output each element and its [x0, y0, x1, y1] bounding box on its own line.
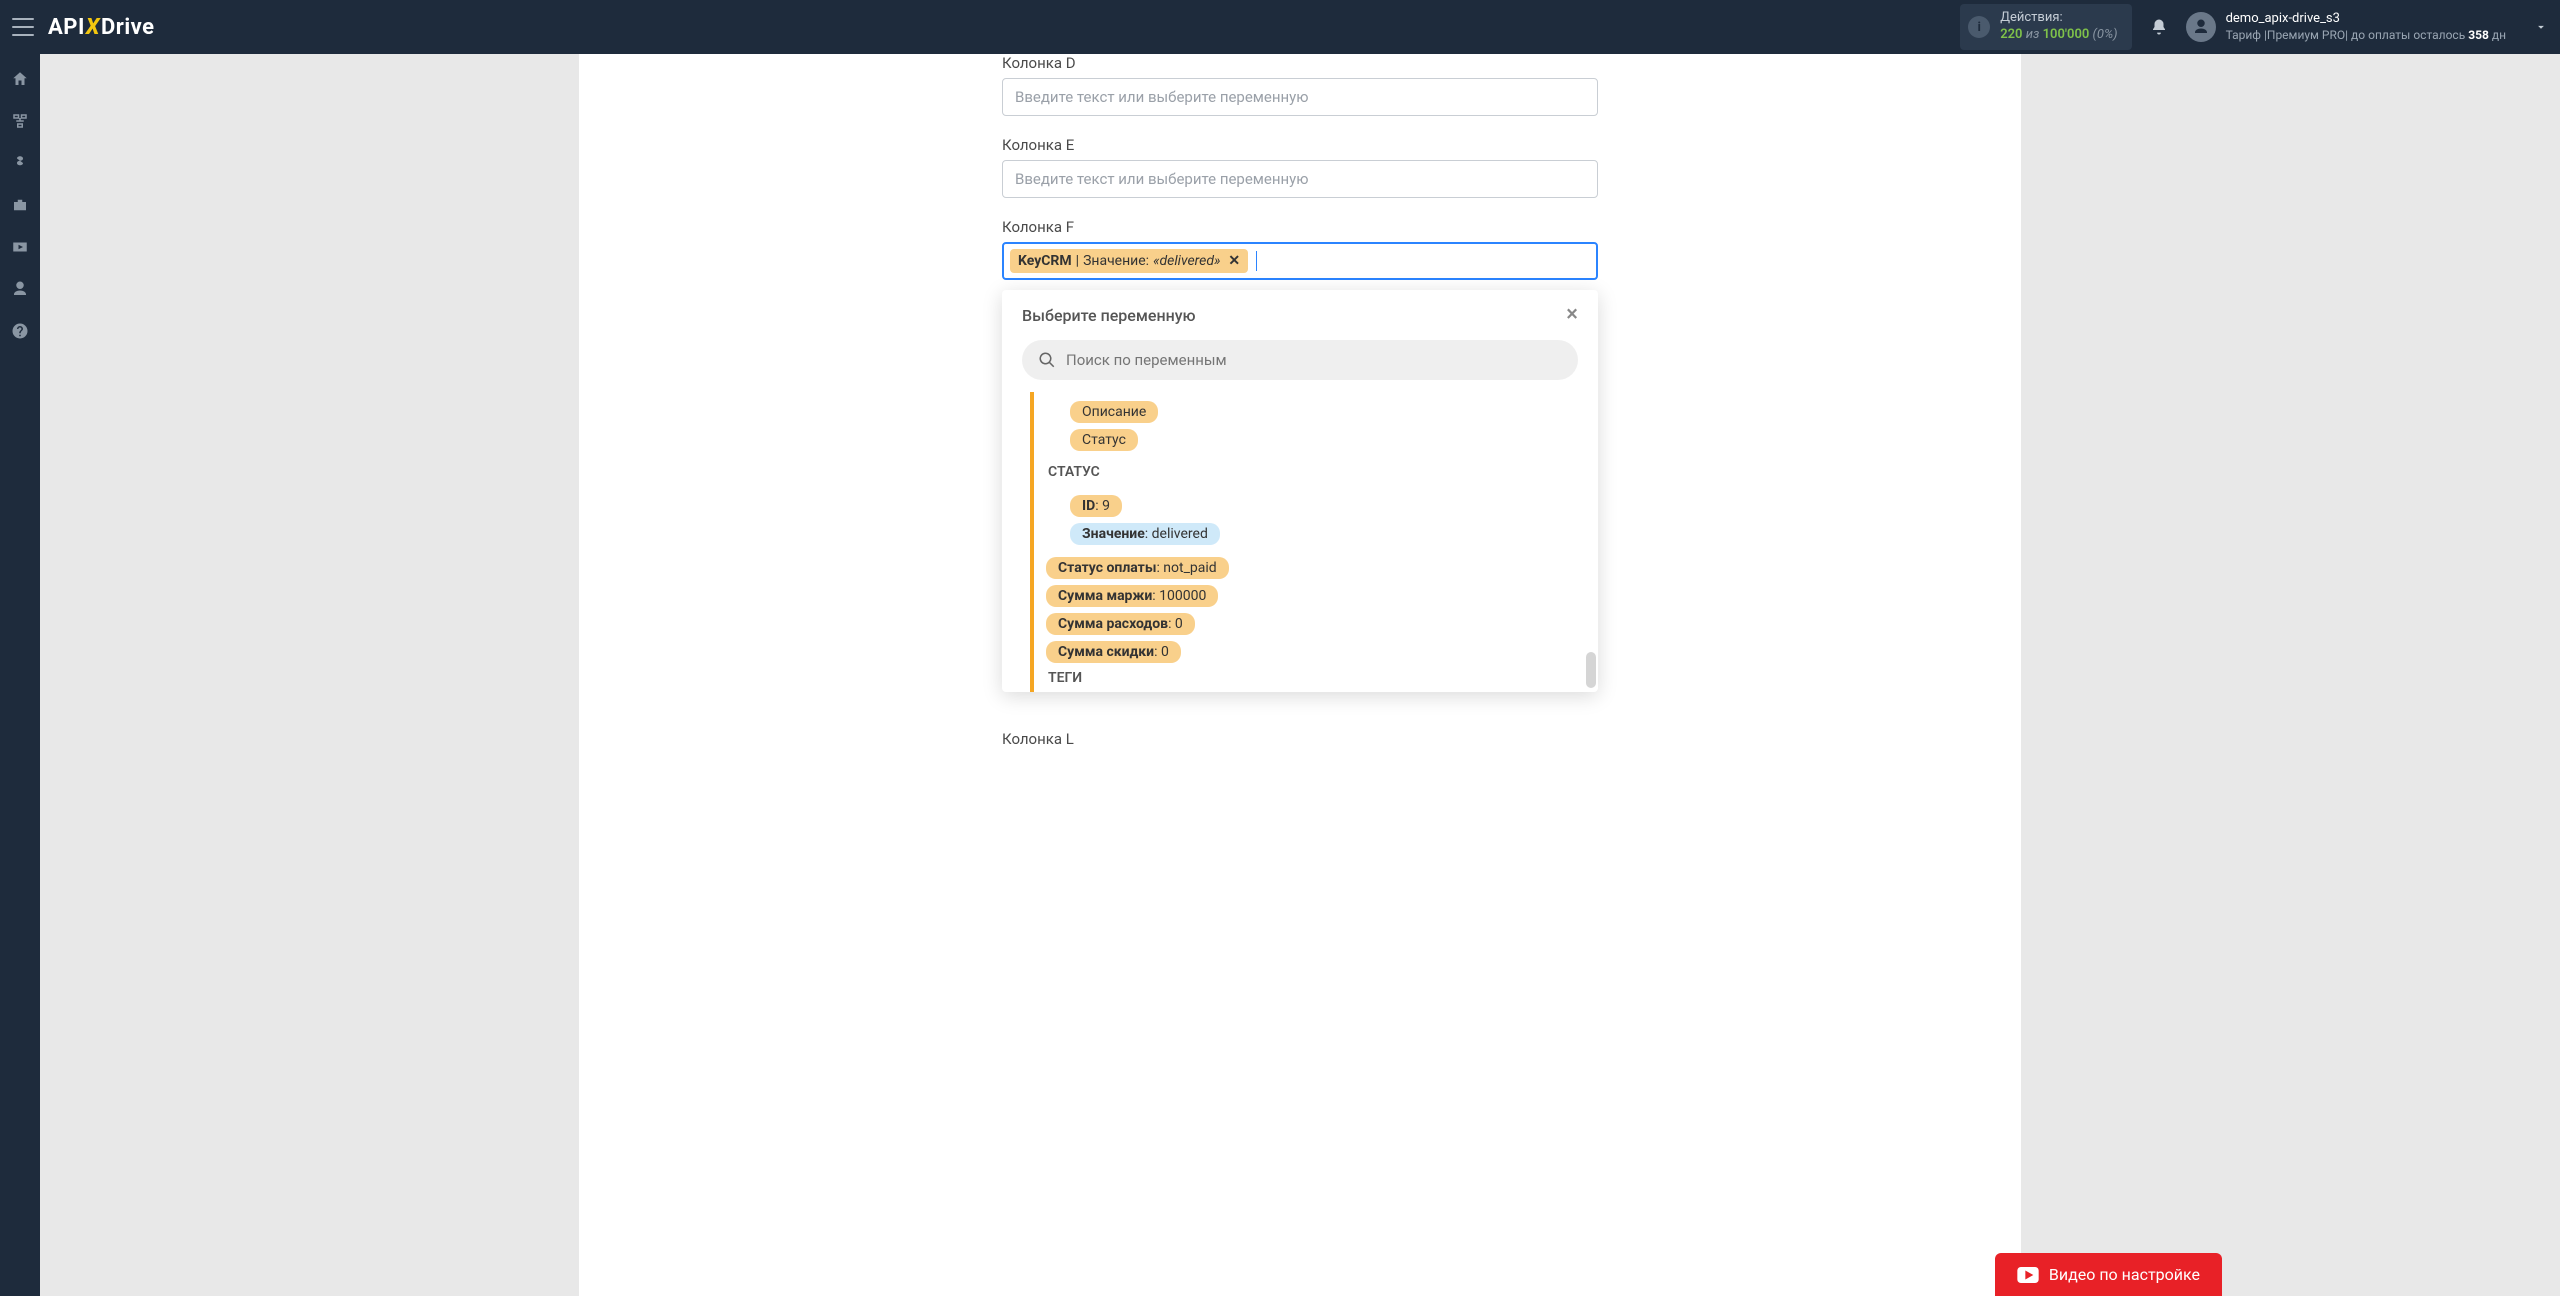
username: demo_apix-drive_s3 [2226, 11, 2506, 28]
field-column-f: Колонка F KeyCRM | Значение: «delivered»… [1002, 218, 1598, 280]
dropdown-close-icon[interactable]: × [1566, 304, 1578, 326]
search-icon [1038, 351, 1056, 369]
field-column-d: Колонка D [1002, 54, 1598, 116]
user-menu[interactable]: demo_apix-drive_s3 Тариф |Премиум PRO| д… [2186, 11, 2548, 43]
variable-pill[interactable]: Статус оплаты: not_paid [1046, 557, 1229, 579]
dollar-icon[interactable] [11, 154, 29, 172]
briefcase-icon[interactable] [11, 196, 29, 214]
sidebar [0, 54, 40, 1296]
field-column-l: Колонка L [1002, 730, 1598, 748]
label-column-f: Колонка F [1002, 218, 1598, 236]
main-content: Колонка D Колонка E Колонка F KeyCRM | З… [40, 54, 2560, 1296]
video-help-label: Видео по настройке [2049, 1265, 2200, 1284]
youtube-icon[interactable] [11, 238, 29, 256]
actions-used: 220 [2000, 27, 2022, 42]
logo[interactable]: APIXDrive [48, 15, 155, 40]
variable-dropdown: Выберите переменную × Описание Стату [1002, 290, 1598, 692]
logo-right: Drive [101, 15, 155, 40]
actions-label: Действия: [2000, 10, 2117, 27]
input-column-e[interactable] [1002, 160, 1598, 198]
menu-toggle[interactable] [12, 18, 34, 36]
youtube-icon [2017, 1267, 2039, 1283]
variable-pill[interactable]: Сумма маржи: 100000 [1046, 585, 1218, 607]
home-icon[interactable] [11, 70, 29, 88]
logo-left: API [48, 15, 85, 40]
text-cursor [1256, 251, 1257, 271]
variable-pill[interactable]: Сумма расходов: 0 [1046, 613, 1195, 635]
video-help-button[interactable]: Видео по настройке [1995, 1253, 2222, 1296]
info-icon: i [1968, 16, 1990, 38]
variable-pill[interactable]: ID: 9 [1070, 495, 1122, 517]
dropdown-title: Выберите переменную [1022, 306, 1196, 325]
avatar-icon [2186, 12, 2216, 42]
selected-variable-tag[interactable]: KeyCRM | Значение: «delivered» ✕ [1010, 249, 1248, 273]
variable-pill[interactable]: Статус [1070, 429, 1138, 451]
dropdown-search-input[interactable] [1066, 351, 1562, 369]
variable-pill-selected[interactable]: Значение: delivered [1070, 523, 1220, 545]
chevron-down-icon [2534, 20, 2548, 34]
user-icon[interactable] [11, 280, 29, 298]
topbar: APIXDrive i Действия: 220 из 100'000 (0%… [0, 0, 2560, 54]
field-column-e: Колонка E [1002, 136, 1598, 198]
input-column-d[interactable] [1002, 78, 1598, 116]
logo-x-icon: X [86, 15, 100, 40]
input-column-f[interactable]: KeyCRM | Значение: «delivered» ✕ [1002, 242, 1598, 280]
actions-counter[interactable]: i Действия: 220 из 100'000 (0%) [1960, 4, 2131, 50]
dropdown-search[interactable] [1022, 340, 1578, 380]
sitemap-icon[interactable] [11, 112, 29, 130]
group-label-tags: ТЕГИ [1048, 670, 1576, 686]
variable-pill[interactable]: Описание [1070, 401, 1158, 423]
notifications-icon[interactable] [2150, 18, 2168, 36]
label-column-d: Колонка D [1002, 54, 1598, 72]
variable-pill[interactable]: Сумма скидки: 0 [1046, 641, 1181, 663]
scrollbar-thumb[interactable] [1586, 652, 1596, 688]
actions-total: 100'000 [2043, 27, 2090, 42]
group-label-status: СТАТУС [1048, 464, 1576, 480]
tariff-info: Тариф |Премиум PRO| до оплаты осталось 3… [2226, 28, 2506, 44]
label-column-l: Колонка L [1002, 730, 1598, 748]
help-icon[interactable] [11, 322, 29, 340]
dropdown-body[interactable]: Описание Статус СТАТУС ID: 9 Значение: d… [1002, 392, 1598, 692]
label-column-e: Колонка E [1002, 136, 1598, 154]
tag-remove-icon[interactable]: ✕ [1228, 253, 1240, 269]
